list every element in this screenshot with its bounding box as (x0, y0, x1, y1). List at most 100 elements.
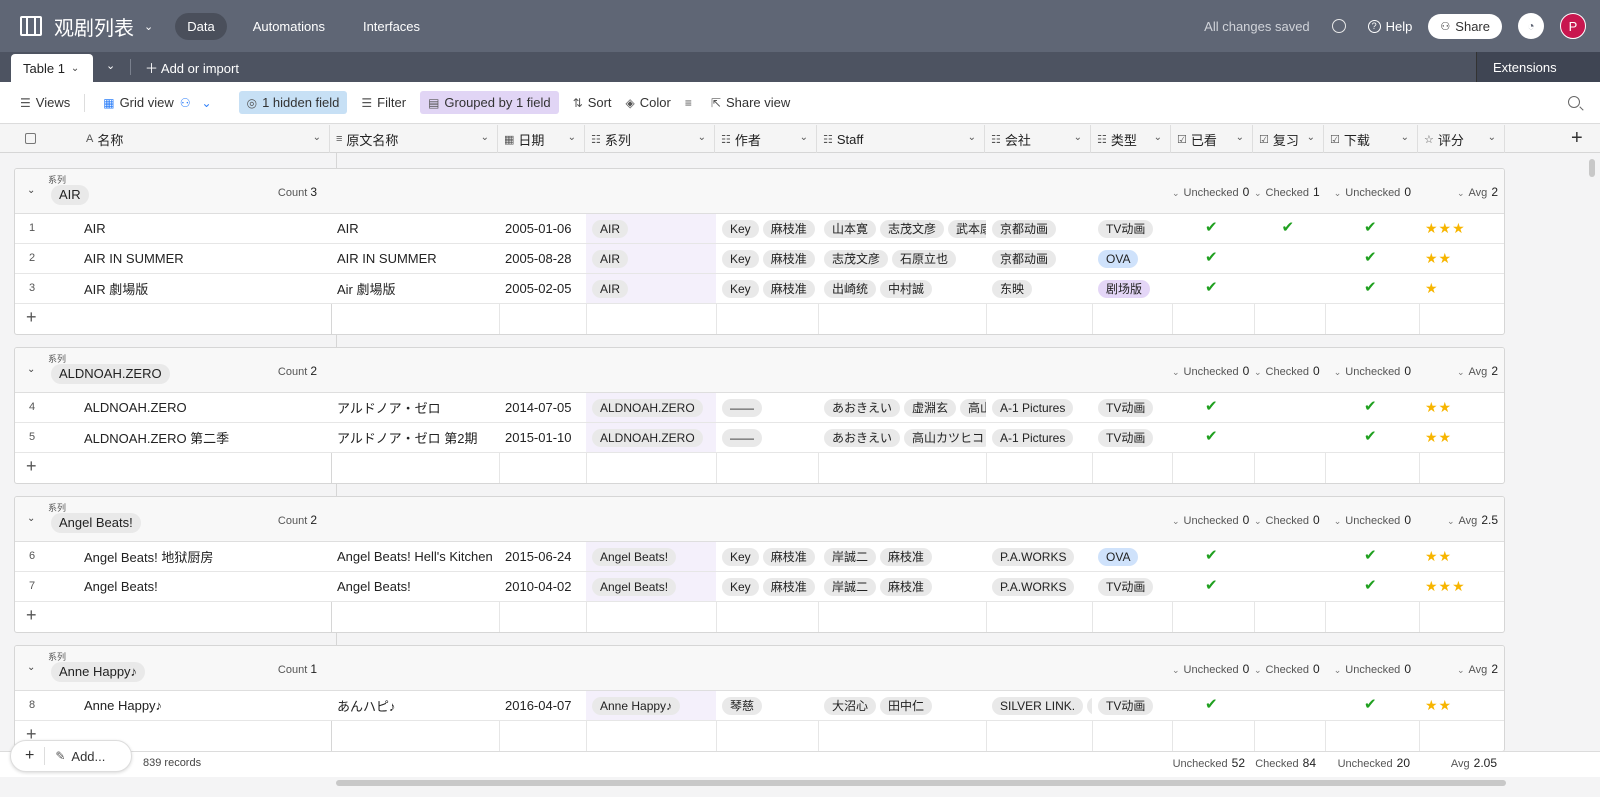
cell-已看[interactable]: ✔ (1172, 542, 1254, 571)
column-header-3[interactable]: ▦ 日期 ⌄ (498, 125, 585, 153)
group-summary[interactable]: ⌄ Checked 0 (1254, 513, 1320, 527)
column-header-1[interactable]: A 名称 ⌄ (78, 125, 330, 153)
cell-原文名称[interactable]: アルドノア・ゼロ (331, 393, 499, 422)
cell-名称[interactable]: Angel Beats! (79, 572, 331, 601)
horizontal-scrollbar[interactable] (336, 780, 1506, 786)
table-row[interactable]: 1 AIR AIR 2005-01-06 AIR Key麻枝准山本寛志茂文彦武本康京都动画… (15, 214, 1504, 244)
cell-已看[interactable]: ✔ (1172, 572, 1254, 601)
cell-日期[interactable]: 2010-04-02 (499, 572, 586, 601)
share-button[interactable]: ⚇ Share (1428, 13, 1502, 39)
cell-评分[interactable]: ★★ (1419, 691, 1504, 720)
cell-下载[interactable]: ✔ (1325, 393, 1419, 422)
cell-类型[interactable]: TV动画 (1092, 572, 1172, 601)
cell-作者[interactable]: —— (716, 423, 818, 452)
group-summary[interactable]: ⌄ Checked 1 (1254, 185, 1320, 199)
cell-Staff[interactable]: 志茂文彦 石原立也 (818, 244, 986, 273)
chevron-down-icon[interactable]: ⌄ (800, 132, 808, 143)
cell-复习[interactable] (1254, 572, 1325, 601)
cell-系列[interactable]: AIR (586, 244, 716, 273)
cell-作者[interactable]: —— (716, 393, 818, 422)
cell-作者[interactable]: Key 麻枝准 (716, 542, 818, 571)
group-summary[interactable]: ⌄ Avg 2 (1419, 364, 1498, 378)
collapse-chevron-icon[interactable]: ⌄ (27, 364, 35, 375)
cell-日期[interactable]: 2016-04-07 (499, 691, 586, 720)
cell-原文名称[interactable]: あんハピ♪ (331, 691, 499, 720)
group-summary[interactable]: ⌄ Unchecked 0 (1325, 185, 1411, 199)
cell-评分[interactable]: ★★ (1419, 542, 1504, 571)
cell-会社[interactable]: 京都动画 (986, 244, 1092, 273)
group-button[interactable]: ▤ Grouped by 1 field (420, 91, 559, 114)
column-header-5[interactable]: ☷ 作者 ⌄ (715, 125, 817, 153)
avatar[interactable]: P (1560, 13, 1586, 39)
share-view-button[interactable]: ⇱ Share view (711, 95, 790, 110)
chevron-down-icon[interactable]: ⌄ (1307, 132, 1315, 143)
select-all-checkbox[interactable] (25, 133, 36, 144)
add-row-button[interactable]: + (15, 721, 1504, 751)
cell-原文名称[interactable]: Angel Beats! (331, 572, 499, 601)
chevron-down-icon[interactable]: ⌄ (71, 63, 79, 74)
cell-日期[interactable]: 2014-07-05 (499, 393, 586, 422)
cell-名称[interactable]: ALDNOAH.ZERO (79, 393, 331, 422)
group-summary[interactable]: ⌄ Unchecked 0 (1325, 364, 1411, 378)
column-header-6[interactable]: ☷ Staff ⌄ (817, 125, 985, 153)
cell-名称[interactable]: AIR IN SUMMER (79, 244, 331, 273)
chevron-down-icon[interactable]: ⌄ (144, 20, 153, 33)
add-or-import-button[interactable]: ＋ Add or import (145, 58, 239, 77)
cell-系列[interactable]: Angel Beats! (586, 542, 716, 571)
cell-Staff[interactable]: 出崎统 中村誠 (818, 274, 986, 303)
group-summary[interactable]: ⌄ Unchecked 0 (1325, 662, 1411, 676)
column-header-8[interactable]: ☷ 类型 ⌄ (1091, 125, 1171, 153)
row-height-button[interactable]: ≡ (685, 96, 697, 110)
cell-下载[interactable]: ✔ (1325, 423, 1419, 452)
all-tables-chevron-icon[interactable]: ⌄ (106, 59, 115, 72)
group-summary[interactable]: ⌄ Unchecked 0 (1172, 185, 1249, 199)
extensions-button[interactable]: Extensions (1476, 52, 1600, 82)
table-row[interactable]: 3 AIR 劇場版 Air 劇場版 2005-02-05 AIR Key 麻枝准 出崎统 中村誠… (15, 274, 1504, 304)
cell-类型[interactable]: 剧场版 (1092, 274, 1172, 303)
chevron-down-icon[interactable]: ⌄ (1488, 132, 1496, 143)
cell-日期[interactable]: 2015-01-10 (499, 423, 586, 452)
color-button[interactable]: ◈ Color (626, 95, 671, 110)
group-summary[interactable]: ⌄ Checked 0 (1254, 662, 1320, 676)
footer-summary[interactable]: Checked 84 (1253, 756, 1316, 770)
cell-会社[interactable]: A-1 Pictures (986, 393, 1092, 422)
cell-复习[interactable]: ✔ (1254, 214, 1325, 243)
group-summary[interactable]: ⌄ Unchecked 0 (1172, 364, 1249, 378)
group-summary[interactable]: ⌄ Avg 2 (1419, 662, 1498, 676)
cell-评分[interactable]: ★★★ (1419, 214, 1504, 243)
cell-Staff[interactable]: 山本寛志茂文彦武本康 (818, 214, 986, 243)
chevron-down-icon[interactable]: ⌄ (1236, 132, 1244, 143)
chevron-down-icon[interactable]: ⌄ (568, 132, 576, 143)
cell-类型[interactable]: TV动画 (1092, 393, 1172, 422)
cell-评分[interactable]: ★★ (1419, 423, 1504, 452)
cell-原文名称[interactable]: Air 劇場版 (331, 274, 499, 303)
column-header-10[interactable]: ☑ 复习 ⌄ (1253, 125, 1324, 153)
cell-评分[interactable]: ★★ (1419, 393, 1504, 422)
table-row[interactable]: 6 Angel Beats! 地狱厨房 Angel Beats! Hell's Ki… (15, 542, 1504, 572)
collapse-chevron-icon[interactable]: ⌄ (27, 662, 35, 673)
cell-已看[interactable]: ✔ (1172, 393, 1254, 422)
cell-会社[interactable]: 东映 (986, 274, 1092, 303)
filter-button[interactable]: ☰ Filter (361, 95, 406, 110)
cell-原文名称[interactable]: AIR (331, 214, 499, 243)
cell-Staff[interactable]: あおきえい虚淵玄高山 (818, 393, 986, 422)
cell-名称[interactable]: Angel Beats! 地狱厨房 (79, 542, 331, 571)
cell-名称[interactable]: AIR (79, 214, 331, 243)
cell-系列[interactable]: AIR (586, 274, 716, 303)
cell-下载[interactable]: ✔ (1325, 542, 1419, 571)
cell-评分[interactable]: ★★ (1419, 244, 1504, 273)
cell-类型[interactable]: TV动画 (1092, 423, 1172, 452)
cell-日期[interactable]: 2005-02-05 (499, 274, 586, 303)
cell-下载[interactable]: ✔ (1325, 214, 1419, 243)
tab-interfaces[interactable]: Interfaces (351, 13, 432, 40)
cell-名称[interactable]: Anne Happy♪ (79, 691, 331, 720)
cell-下载[interactable]: ✔ (1325, 274, 1419, 303)
column-header-11[interactable]: ☑ 下载 ⌄ (1324, 125, 1418, 153)
cell-下载[interactable]: ✔ (1325, 572, 1419, 601)
table-row[interactable]: 8 Anne Happy♪ あんハピ♪ 2016-04-07 Anne Happy♪ 琴慈… (15, 691, 1504, 721)
add-row-button[interactable]: + (15, 304, 1504, 334)
cell-会社[interactable]: A-1 Pictures (986, 423, 1092, 452)
column-header-9[interactable]: ☑ 已看 ⌄ (1171, 125, 1253, 153)
notification-bell-icon[interactable]: ◔ (1518, 13, 1544, 39)
table-row[interactable]: 2 AIR IN SUMMER AIR IN SUMMER 2005-08-28 AIR… (15, 244, 1504, 274)
